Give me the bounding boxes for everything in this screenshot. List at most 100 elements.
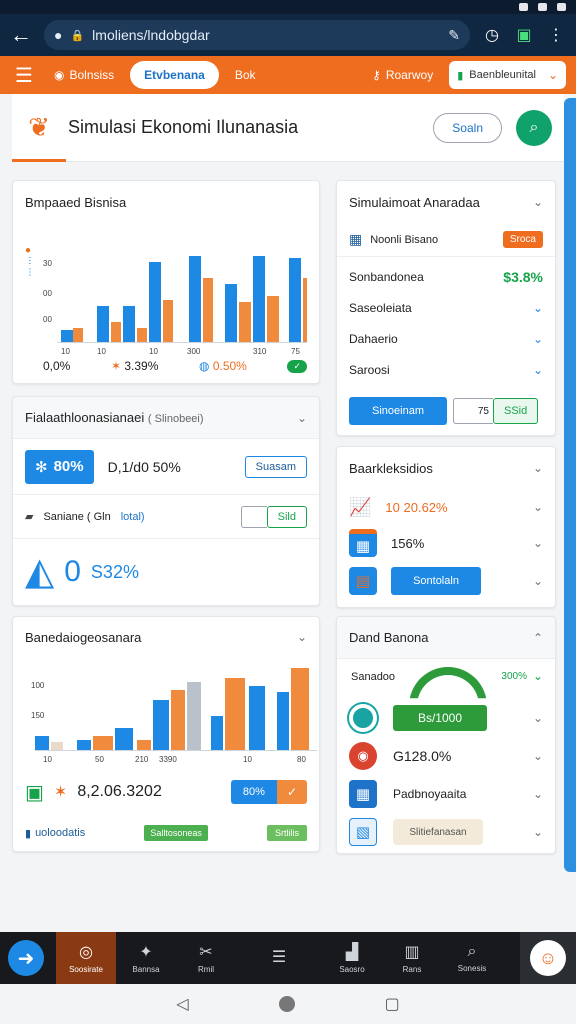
chevron-up-icon[interactable]: ⌃: [533, 631, 543, 645]
account-select[interactable]: ▮ Baenbleunital ⌄: [449, 61, 566, 89]
list-item[interactable]: Saroosi ⌄: [337, 354, 555, 385]
value-input[interactable]: 75: [453, 398, 493, 424]
outline-button[interactable]: Suasam: [244, 455, 307, 478]
browser-toolbar: ← ● 🔒 lmoliens/lndobgdar ✎ ◷ ▣ ⋮: [0, 14, 576, 56]
chevron-down-icon[interactable]: ⌄: [297, 411, 307, 425]
card-baarkleksidios: Baarkleksidios ⌄ 📈 10 20.62% ⌄ ▦ 156% ⌄ …: [336, 446, 556, 608]
sub-label: Noonli Bisano: [370, 233, 439, 246]
bar: [253, 256, 265, 342]
primary-button[interactable]: Sinoeinam: [349, 397, 447, 425]
card-header[interactable]: Baarkleksidios ⌄: [337, 447, 555, 489]
bar-chart: [35, 668, 317, 751]
bottom-nav-item[interactable]: ✦ Bannsa: [116, 932, 176, 984]
signal-icon: [538, 3, 547, 11]
chevron-down-icon[interactable]: ⌄: [533, 461, 543, 475]
nav-item-etvbenana[interactable]: Etvbenana: [130, 61, 219, 89]
status-badge: Sroca: [502, 231, 543, 248]
detail-label: Saniane ( Gln: [43, 510, 111, 523]
footer-chip[interactable]: Srtlilis: [266, 825, 307, 841]
header-pill-button[interactable]: Soaln: [433, 112, 502, 143]
bar: [137, 740, 151, 750]
wifi-icon: [519, 3, 528, 11]
calendar-icon: ▦: [349, 529, 377, 557]
bottom-nav-item[interactable]: ☰: [236, 932, 322, 984]
list-item[interactable]: ▦ 156% ⌄: [337, 525, 555, 561]
chevron-down-icon: ⌄: [532, 331, 543, 346]
list-item[interactable]: Dahaerio ⌄: [337, 323, 555, 354]
submit-button[interactable]: SSid: [493, 398, 539, 424]
user-icon[interactable]: ☺: [530, 940, 566, 976]
list-item[interactable]: ▦ Padbnoyaaita ⌄: [337, 775, 555, 813]
list-item-label: Saroosi: [349, 362, 390, 377]
nav-item-bolnsiss[interactable]: ◉ Bolnsiss: [48, 61, 120, 89]
big-number-suffix: S32%: [90, 561, 139, 582]
bar: [225, 678, 245, 750]
nav-item-bok[interactable]: Bok: [229, 61, 262, 89]
list-item[interactable]: ▧ Slitiefanasan ⌄: [337, 813, 555, 851]
bar: [211, 716, 223, 750]
list-item-value: G128.0%: [393, 748, 452, 764]
chevron-down-icon: ⌄: [532, 787, 543, 801]
truck-icon: ▰: [25, 511, 34, 523]
scroll-indicator[interactable]: [564, 98, 576, 872]
bar: [203, 278, 213, 342]
page-header: ❦ Simulasi Ekonomi Ilunanasia Soaln ⌕: [12, 94, 564, 162]
list-item[interactable]: Bs/1000 ⌄: [337, 699, 555, 737]
list-item[interactable]: Sonbandonea $3.8%: [337, 261, 555, 292]
chevron-down-icon[interactable]: ⌄: [297, 630, 307, 644]
bottom-nav-item[interactable]: ▟ Saosro: [322, 932, 382, 984]
tab-icon[interactable]: ▣: [514, 25, 534, 45]
system-home-icon[interactable]: [278, 996, 295, 1012]
chevron-down-icon: ⌄: [532, 574, 543, 588]
back-arrow-icon[interactable]: ➜: [8, 940, 44, 976]
chevron-down-icon[interactable]: ⌄: [533, 669, 543, 683]
bottom-nav-item[interactable]: ▥ Rans: [382, 932, 442, 984]
value-row: ▣ ✶ 8,2.06.3202 80% ✓: [13, 775, 319, 809]
address-bar[interactable]: ● 🔒 lmoliens/lndobgdar ✎: [44, 20, 470, 50]
nav-item-label: Etvbenana: [144, 68, 205, 82]
list-item[interactable]: 📈 10 20.62% ⌄: [337, 489, 555, 525]
summary-row: ✻ 80% D,1/d0 50% Suasam: [13, 439, 319, 495]
percent-control[interactable]: 80% ✓: [230, 780, 307, 804]
list-item-value: 156%: [391, 535, 425, 551]
hamburger-menu-icon[interactable]: ☰: [10, 63, 38, 88]
card-header[interactable]: Fialaathloonasianaei ( Slinobeei) ⌄: [13, 397, 319, 439]
chevron-down-icon[interactable]: ⌄: [533, 195, 543, 209]
bottom-nav-item[interactable]: ◎ Soosirate: [56, 932, 116, 984]
x-tick: 10: [43, 755, 52, 764]
chart-icon: ● ⋯ ⋯: [25, 245, 35, 277]
layers-icon: ☰: [271, 948, 287, 966]
legend-item: 0,0%: [43, 359, 70, 373]
bank-icon: ▤: [349, 567, 377, 595]
people-icon: ✦: [139, 944, 153, 961]
toggle-right-button[interactable]: Sild: [266, 505, 307, 528]
toggle-chip-icon[interactable]: ✓: [287, 359, 307, 373]
chevron-down-icon: ⌄: [532, 500, 543, 514]
bottom-nav-item[interactable]: ⌕ Sonesis: [442, 932, 502, 984]
status-bar: [0, 0, 576, 14]
history-icon[interactable]: ◷: [482, 25, 502, 45]
kebab-menu-icon[interactable]: ⋮: [546, 25, 566, 45]
card-header[interactable]: Banedaiogeosanara ⌄: [13, 617, 319, 657]
card-header[interactable]: Simulaimoat Anaradaa ⌄: [337, 181, 555, 223]
bottom-nav-label: Saosro: [339, 965, 365, 974]
action-button[interactable]: Sontolaln: [391, 567, 481, 595]
bar: [111, 322, 121, 342]
action-row: Sinoeinam 75 SSid: [337, 397, 555, 425]
toggle-left[interactable]: [240, 505, 267, 528]
list-item[interactable]: ◉ G128.0% ⌄: [337, 737, 555, 775]
system-recents-icon[interactable]: ▢: [385, 994, 400, 1014]
list-item[interactable]: Saseoleiata ⌄: [337, 292, 555, 323]
nav-item-roarwoy[interactable]: ⚷ Roarwoy: [366, 61, 439, 89]
system-back-icon[interactable]: ◁: [176, 994, 188, 1014]
card-bmpaaed-bisnisa: Bmpaaed Bisnisa ● ⋯ ⋯ 30 00 00 10 10 10 3…: [12, 180, 320, 384]
footer-chip[interactable]: Salltosoneas: [144, 825, 208, 841]
bar: [291, 668, 309, 750]
bottom-nav-item[interactable]: ✂ Rmil: [176, 932, 236, 984]
arrow-left-icon[interactable]: ←: [10, 22, 32, 48]
card-header[interactable]: Dand Banona ⌃: [337, 617, 555, 659]
page-title: Simulasi Ekonomi Ilunanasia: [68, 117, 299, 137]
chevron-down-icon: ⌄: [532, 825, 543, 839]
paint-icon[interactable]: ✎: [448, 27, 460, 44]
search-icon[interactable]: ⌕: [516, 109, 552, 146]
